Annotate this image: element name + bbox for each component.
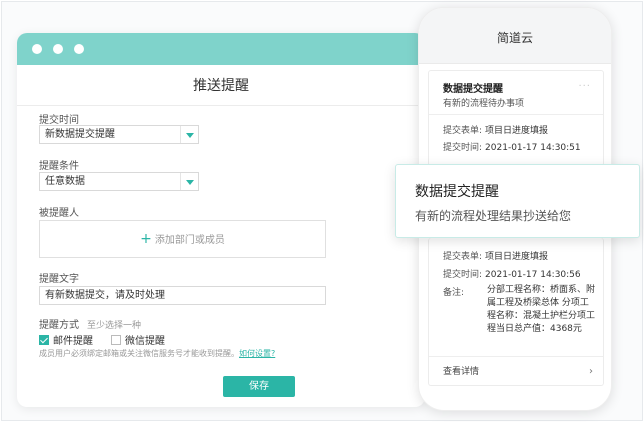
submit-time-value: 新数据提交提醒: [45, 129, 115, 140]
divider: [429, 356, 603, 357]
chevron-down-icon[interactable]: [180, 126, 198, 143]
add-recipient-button[interactable]: + 添加部门或成员: [39, 220, 326, 258]
time-value: 2021-01-17 14:30:56: [485, 270, 581, 280]
condition-value: 任意数据: [45, 176, 85, 187]
wechat-option[interactable]: 微信提醒: [111, 332, 165, 347]
window-title: 推送提醒: [193, 78, 249, 94]
notification-popup[interactable]: 数据提交提醒 有新的流程处理结果抄送给您: [395, 164, 640, 238]
time-key: 提交时间:: [443, 270, 483, 280]
form-value: 项目日进度填报: [485, 252, 549, 262]
card-title: 数据提交提醒: [443, 84, 503, 95]
popup-subtitle: 有新的流程处理结果抄送给您: [415, 209, 572, 223]
time-key: 提交时间:: [443, 143, 483, 153]
wechat-checkbox[interactable]: [111, 334, 121, 345]
message-label: 提醒文字: [39, 274, 79, 285]
condition-label: 提醒条件: [39, 161, 79, 172]
window-titlebar: [17, 33, 425, 65]
more-icon[interactable]: ···: [578, 81, 591, 92]
window-dot-icon: [32, 44, 42, 54]
push-reminder-window: 推送提醒 提交时间 新数据提交提醒 提醒条件 任意数据 被提醒人 + 添加部门或成…: [17, 33, 425, 407]
note-key: 备注:: [443, 288, 465, 298]
submit-time-label: 提交时间: [39, 115, 79, 126]
app-title: 简道云: [419, 8, 611, 64]
wechat-option-label: 微信提醒: [125, 336, 165, 347]
message-input[interactable]: 有新数据提交，请及时处理: [39, 286, 326, 305]
chevron-right-icon[interactable]: ›: [589, 366, 593, 377]
chevron-down-icon[interactable]: [180, 173, 198, 190]
submit-time-select[interactable]: 新数据提交提醒: [39, 125, 199, 144]
email-option[interactable]: 邮件提醒: [39, 332, 93, 347]
save-button[interactable]: 保存: [223, 376, 295, 397]
note-value: 分部工程名称：桥面系、附属工程及桥梁总体 分项工程名称：混凝土护栏分项工程当日总…: [487, 285, 596, 334]
popup-title: 数据提交提醒: [415, 184, 499, 200]
method-label: 提醒方式: [39, 320, 79, 331]
email-option-label: 邮件提醒: [53, 336, 93, 347]
how-to-set-link[interactable]: 如何设置?: [239, 349, 275, 358]
recipient-label: 被提醒人: [39, 208, 79, 219]
view-details-link[interactable]: 查看详情: [443, 364, 479, 377]
window-dot-icon: [74, 44, 84, 54]
card-subtitle: 有新的流程待办事项: [443, 99, 525, 109]
condition-select[interactable]: 任意数据: [39, 172, 199, 191]
method-hint: 至少选择一种: [87, 321, 142, 331]
time-value: 2021-01-17 14:30:51: [485, 143, 581, 153]
email-checkbox[interactable]: [39, 334, 49, 345]
method-row: 提醒方式 至少选择一种: [39, 316, 141, 331]
form-key: 提交表单:: [443, 126, 483, 136]
notification-card[interactable]: 提交表单: 项目日进度填报 提交时间: 2021-01-17 14:30:56 备注…: [428, 238, 604, 386]
divider: [17, 105, 425, 106]
window-dot-icon: [53, 44, 63, 54]
method-options: 邮件提醒 微信提醒: [39, 332, 165, 347]
binding-note-text: 成员用户必须绑定邮箱或关注微信服务号才能收到提醒。: [39, 349, 239, 358]
divider: [429, 114, 603, 115]
card-form-row: 提交表单: 项目日进度填报: [443, 249, 548, 262]
card-time-row: 提交时间: 2021-01-17 14:30:51: [443, 140, 581, 153]
card-time-row: 提交时间: 2021-01-17 14:30:56: [443, 267, 581, 280]
plus-icon: +: [140, 231, 152, 247]
add-recipient-text: 添加部门或成员: [154, 235, 225, 246]
form-value: 项目日进度填报: [485, 126, 549, 136]
notification-card[interactable]: 数据提交提醒 有新的流程待办事项 ··· 提交表单: 项目日进度填报 提交时间: 2…: [428, 70, 604, 166]
card-form-row: 提交表单: 项目日进度填报: [443, 123, 548, 136]
binding-note: 成员用户必须绑定邮箱或关注微信服务号才能收到提醒。如何设置?: [39, 348, 275, 359]
form-key: 提交表单:: [443, 252, 483, 262]
